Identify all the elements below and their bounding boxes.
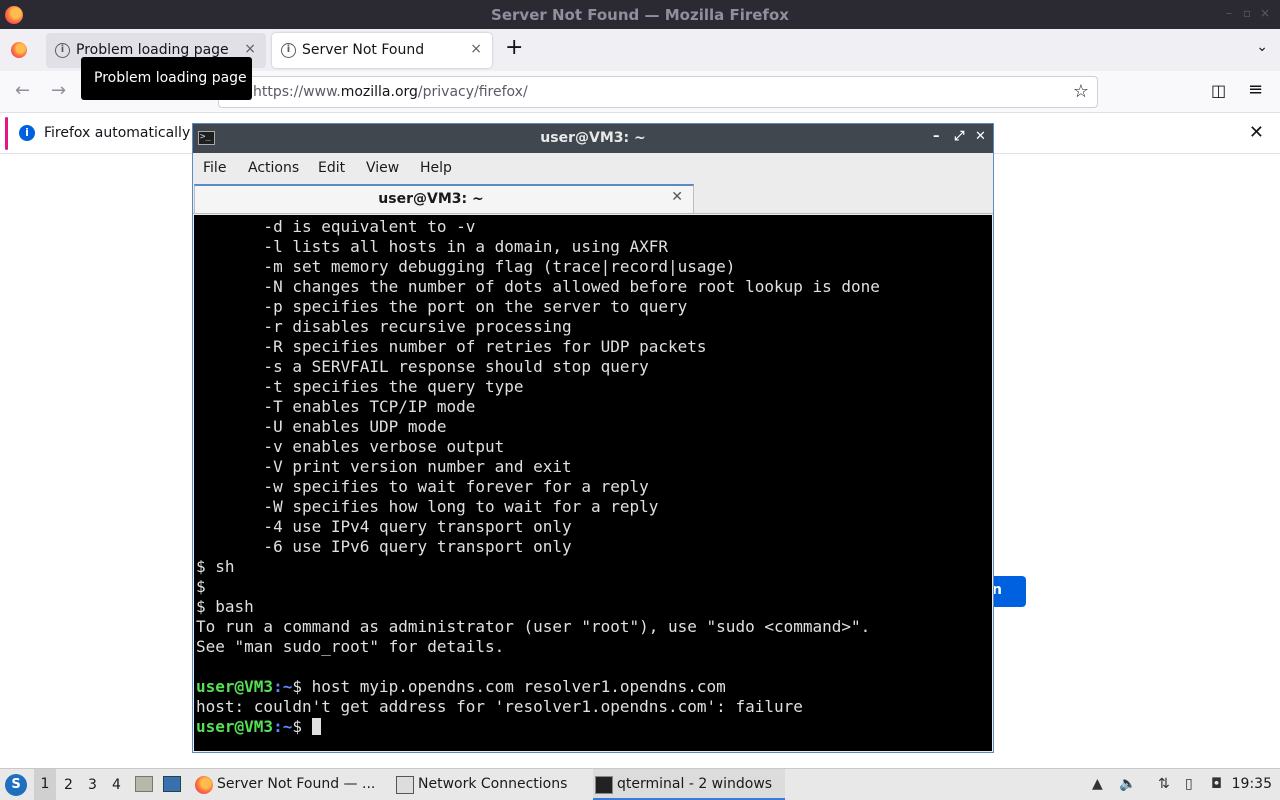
terminal-icon: [595, 776, 613, 794]
maximize-icon[interactable]: ▫: [1240, 6, 1254, 20]
close-icon[interactable]: ✕: [975, 129, 986, 144]
file-manager-icon[interactable]: [135, 776, 153, 792]
terminal-lines: -d is equivalent to -v -l lists all host…: [196, 217, 992, 677]
terminal-title: user@VM3: ~: [540, 130, 646, 146]
bookmark-star-icon[interactable]: ☆: [1073, 81, 1089, 102]
terminal-tail: user@VM3:~$ host myip.opendns.com resolv…: [196, 677, 992, 737]
network-tray-icon[interactable]: ⇅: [1158, 776, 1170, 792]
terminal-line: $: [196, 577, 206, 596]
minimize-icon[interactable]: –: [1222, 6, 1236, 20]
window-title: Server Not Found — Mozilla Firefox: [491, 6, 789, 24]
task-label: Server Not Found — ...: [217, 776, 376, 792]
firefox-view-icon[interactable]: [11, 42, 27, 58]
new-tab-button[interactable]: +: [505, 37, 523, 59]
task-network-connections[interactable]: Network Connections: [394, 769, 584, 800]
notification-message: Firefox automatically s: [44, 125, 202, 141]
terminal-line: See "man sudo_root" for details.: [196, 637, 505, 656]
tray-panel-icon[interactable]: ▲: [1092, 776, 1103, 792]
terminal-tab-bar: user@VM3: ~ ✕: [193, 182, 993, 214]
workspace-2[interactable]: 2: [64, 777, 73, 793]
firefox-logo-icon: [195, 776, 213, 794]
prompt-line[interactable]: user@VM3:~$: [196, 717, 992, 737]
terminal-line: -V print version number and exit: [196, 457, 572, 476]
terminal-line: -t specifies the query type: [196, 377, 524, 396]
terminal-line: -v enables verbose output: [196, 437, 505, 456]
terminal-line: -d is equivalent to -v: [196, 217, 476, 236]
show-desktop-icon[interactable]: [163, 776, 181, 792]
clock[interactable]: 19:35: [1232, 776, 1272, 792]
workspace-1[interactable]: 1: [34, 769, 56, 800]
terminal-line: To run a command as administrator (user …: [196, 617, 871, 636]
url-bar[interactable]: https://www.mozilla.org/privacy/firefox/…: [218, 76, 1098, 108]
terminal-line: -p specifies the port on the server to q…: [196, 297, 688, 316]
close-tab-icon[interactable]: ×: [244, 41, 256, 57]
task-firefox[interactable]: Server Not Found — ...: [193, 769, 385, 800]
terminal-line: -r disables recursive processing: [196, 317, 572, 336]
terminal-line: -W specifies how long to wait for a repl…: [196, 497, 659, 516]
terminal-line: -6 use IPv6 query transport only: [196, 537, 572, 556]
terminal-tab[interactable]: user@VM3: ~ ✕: [194, 184, 694, 213]
terminal-menubar: File Actions Edit View Help: [193, 153, 993, 182]
back-arrow-icon[interactable]: ←: [15, 81, 30, 101]
terminal-line: -N changes the number of dots allowed be…: [196, 277, 880, 296]
terminal-line: $ bash: [196, 597, 254, 616]
network-icon: [396, 776, 414, 794]
tab-server-not-found[interactable]: i Server Not Found ×: [272, 33, 492, 68]
minimize-icon[interactable]: –: [933, 129, 940, 144]
task-qterminal[interactable]: qterminal - 2 windows: [593, 769, 785, 800]
tooltip-text: Problem loading page: [94, 70, 247, 86]
terminal-line: -T enables TCP/IP mode: [196, 397, 476, 416]
terminal-titlebar: >_ user@VM3: ~ – ⤢ ✕: [193, 124, 993, 153]
terminal-output[interactable]: -d is equivalent to -v -l lists all host…: [194, 215, 992, 751]
menu-view[interactable]: View: [366, 160, 399, 176]
forward-arrow-icon[interactable]: →: [51, 81, 66, 101]
taskbar: S 1 2 3 4 Server Not Found — ... Network…: [0, 768, 1280, 800]
terminal-line: -s a SERVFAIL response should stop query: [196, 357, 649, 376]
close-tab-icon[interactable]: ✕: [671, 189, 683, 205]
maximize-icon[interactable]: ⤢: [954, 129, 964, 144]
task-label: Network Connections: [418, 776, 568, 792]
terminal-line: $ sh: [196, 557, 235, 576]
url-text: https://www.mozilla.org/privacy/firefox/: [253, 84, 528, 100]
menu-help[interactable]: Help: [420, 160, 452, 176]
tab-label: Problem loading page: [76, 42, 229, 58]
info-icon: i: [55, 43, 70, 58]
text-cursor: [311, 718, 321, 735]
task-label: qterminal - 2 windows: [617, 776, 773, 792]
terminal-line: -4 use IPv4 query transport only: [196, 517, 572, 536]
menu-file[interactable]: File: [203, 160, 226, 176]
notification-accent: [5, 117, 8, 150]
volume-icon[interactable]: 🔈: [1119, 776, 1136, 792]
close-tab-icon[interactable]: ×: [470, 41, 482, 57]
terminal-tab-label: user@VM3: ~: [378, 191, 484, 207]
update-icon[interactable]: ◘: [1211, 776, 1222, 792]
clipboard-icon[interactable]: ▯: [1185, 776, 1193, 792]
hamburger-menu-icon[interactable]: ≡: [1248, 79, 1263, 100]
pocket-icon[interactable]: ◫: [1211, 81, 1226, 100]
info-icon: i: [281, 43, 296, 58]
menu-edit[interactable]: Edit: [318, 160, 345, 176]
workspace-3[interactable]: 3: [88, 777, 97, 793]
menu-actions[interactable]: Actions: [248, 160, 299, 176]
tab-label: Server Not Found: [302, 42, 425, 58]
terminal-line: -l lists all hosts in a domain, using AX…: [196, 237, 669, 256]
error-line: host: couldn't get address for 'resolver…: [196, 697, 803, 716]
list-all-tabs-icon[interactable]: ⌄: [1256, 39, 1268, 55]
info-icon: i: [19, 125, 35, 141]
start-menu-icon[interactable]: S: [5, 774, 27, 796]
terminal-line: -U enables UDP mode: [196, 417, 447, 436]
workspace-4[interactable]: 4: [112, 777, 121, 793]
firefox-titlebar: Server Not Found — Mozilla Firefox – ▫ ×: [0, 0, 1280, 29]
command-line: user@VM3:~$ host myip.opendns.com resolv…: [196, 677, 726, 696]
close-icon[interactable]: ×: [1258, 6, 1272, 20]
terminal-window: >_ user@VM3: ~ – ⤢ ✕ File Actions Edit V…: [192, 123, 994, 753]
terminal-line: -R specifies number of retries for UDP p…: [196, 337, 707, 356]
tab-tooltip: Problem loading page: [81, 57, 252, 100]
terminal-line: -w specifies to wait forever for a reply: [196, 477, 649, 496]
terminal-line: -m set memory debugging flag (trace|reco…: [196, 257, 736, 276]
close-notification-icon[interactable]: ✕: [1249, 122, 1264, 143]
